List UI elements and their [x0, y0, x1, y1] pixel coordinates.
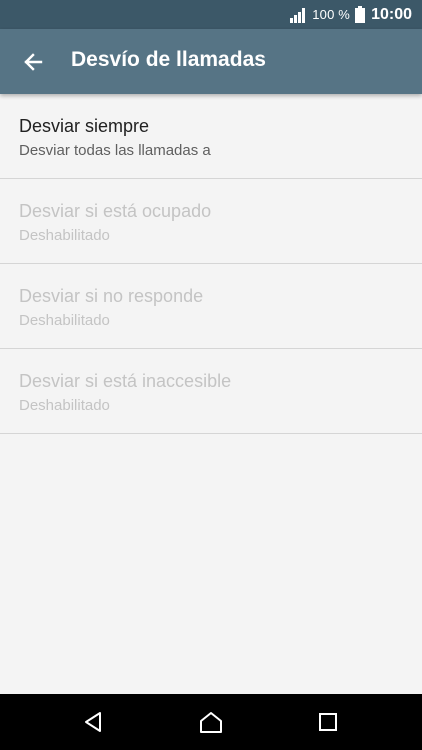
setting-summary: Deshabilitado: [19, 227, 110, 244]
battery-icon: [355, 6, 371, 23]
page-title: Desvío de llamadas: [71, 48, 266, 71]
setting-forward-unreachable: Desviar si está inaccesible Deshabilitad…: [0, 349, 422, 434]
setting-summary: Deshabilitado: [19, 312, 110, 329]
signal-icon: [290, 6, 312, 23]
clock: 10:00: [371, 5, 412, 23]
home-icon: [198, 710, 224, 734]
nav-recents-button[interactable]: [308, 702, 348, 742]
setting-title: Desviar siempre: [19, 116, 150, 136]
app-bar: Desvío de llamadas: [0, 29, 422, 94]
back-triangle-icon: [83, 711, 103, 733]
settings-list: Desviar siempre Desviar todas las llamad…: [0, 94, 422, 434]
nav-home-button[interactable]: [191, 702, 231, 742]
nav-back-button[interactable]: [73, 702, 113, 742]
setting-summary: Deshabilitado: [19, 397, 110, 414]
setting-forward-always[interactable]: Desviar siempre Desviar todas las llamad…: [0, 94, 422, 179]
setting-summary: Desviar todas las llamadas a: [19, 142, 211, 159]
navigation-bar: [0, 694, 422, 750]
setting-title: Desviar si no responde: [19, 286, 204, 306]
setting-title: Desviar si está ocupado: [19, 201, 212, 221]
status-indicators: 100 % 10:00: [290, 0, 412, 29]
setting-forward-busy: Desviar si está ocupado Deshabilitado: [0, 179, 422, 264]
status-bar: 100 % 10:00: [0, 0, 422, 29]
recents-icon: [318, 712, 338, 732]
arrow-left-icon: [23, 52, 43, 72]
battery-percent: 100 %: [312, 7, 351, 22]
back-button[interactable]: [14, 43, 52, 81]
setting-title: Desviar si está inaccesible: [19, 371, 232, 391]
setting-forward-no-answer: Desviar si no responde Deshabilitado: [0, 264, 422, 349]
